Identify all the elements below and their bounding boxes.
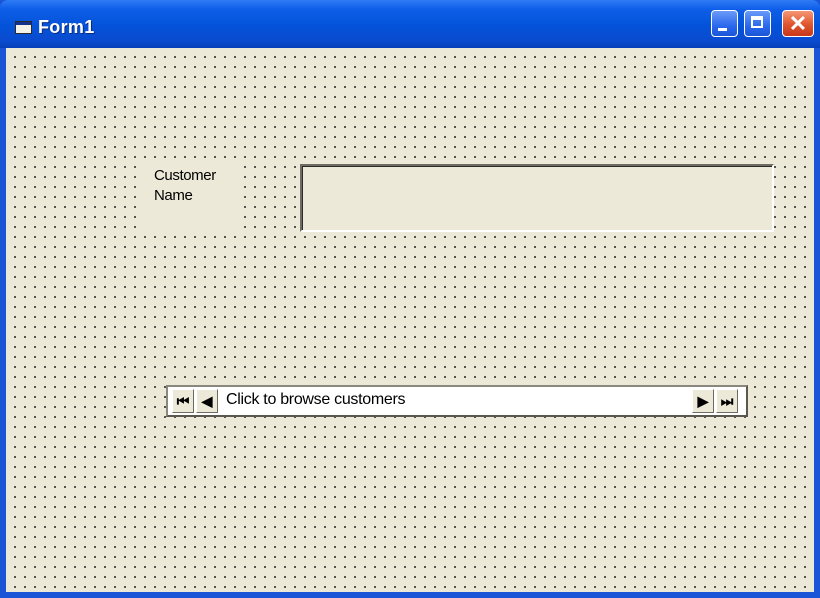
- close-button[interactable]: ✕: [782, 10, 814, 37]
- minimize-icon: [718, 28, 727, 31]
- close-icon: ✕: [788, 11, 808, 36]
- minimize-button[interactable]: [711, 10, 738, 37]
- next-record-icon: ▶: [697, 393, 709, 409]
- form-design-surface[interactable]: Customer Name ⏮ ◀ Click to browse custom…: [6, 48, 814, 592]
- data-control-caption: Click to browse customers: [226, 391, 406, 408]
- first-record-icon: ⏮: [176, 393, 190, 409]
- customer-name-field[interactable]: [300, 164, 774, 232]
- last-record-icon: ⏭: [720, 393, 734, 409]
- title-bar[interactable]: Form1 ✕: [0, 0, 820, 48]
- data-navigation-control[interactable]: ⏮ ◀ Click to browse customers ▶ ⏭: [166, 385, 748, 417]
- form-app-icon[interactable]: [15, 21, 32, 34]
- window-title: Form1: [38, 17, 95, 37]
- customer-name-label: Customer Name: [141, 159, 241, 235]
- previous-record-icon: ◀: [201, 393, 213, 409]
- first-record-button[interactable]: ⏮: [172, 389, 194, 413]
- last-record-button[interactable]: ⏭: [716, 389, 738, 413]
- maximize-icon: [751, 16, 763, 28]
- previous-record-button[interactable]: ◀: [196, 389, 218, 413]
- form-window: Form1 ✕ Customer Name ⏮ ◀ Click to brows…: [0, 0, 820, 598]
- maximize-button[interactable]: [744, 10, 771, 37]
- next-record-button[interactable]: ▶: [692, 389, 714, 413]
